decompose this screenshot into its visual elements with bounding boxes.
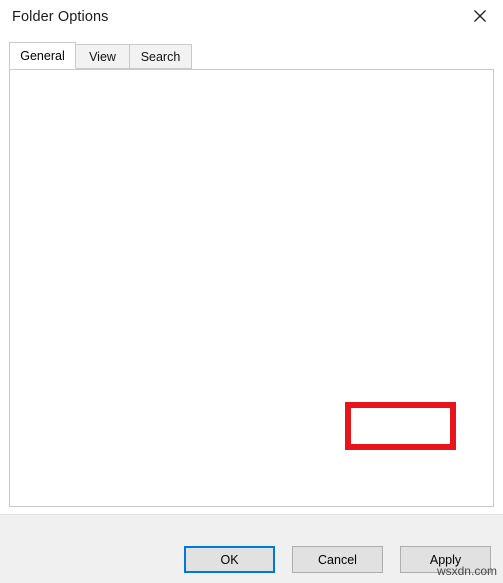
- tab-strip: General View Search: [9, 42, 494, 70]
- tab-general[interactable]: General: [9, 42, 76, 69]
- tab-panel-general: [9, 69, 494, 507]
- tab-view-label: View: [89, 49, 116, 64]
- tab-view[interactable]: View: [75, 44, 130, 69]
- cancel-button[interactable]: Cancel: [292, 546, 383, 573]
- cancel-button-label: Cancel: [318, 552, 357, 567]
- watermark: wsxdn.com: [436, 564, 497, 578]
- window-title: Folder Options: [12, 9, 109, 25]
- ok-button[interactable]: OK: [184, 546, 275, 573]
- tab-general-label: General: [20, 48, 65, 63]
- title-bar: Folder Options: [0, 0, 503, 36]
- ok-button-label: OK: [220, 552, 239, 567]
- close-button[interactable]: [457, 0, 503, 32]
- close-icon: [473, 9, 487, 23]
- tab-search[interactable]: Search: [129, 44, 192, 69]
- tab-search-label: Search: [140, 49, 181, 64]
